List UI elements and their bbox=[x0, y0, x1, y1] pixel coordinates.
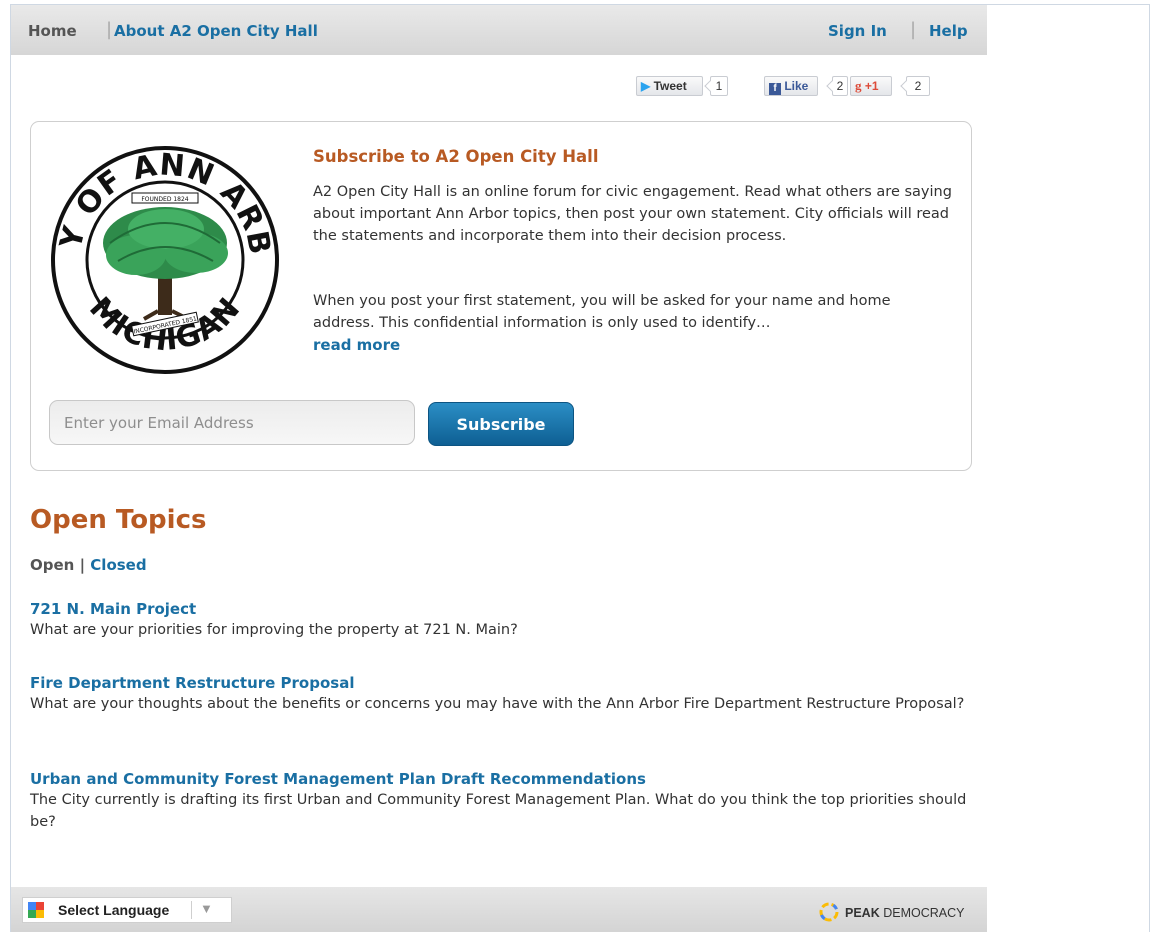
topic-item: Fire Department Restructure Proposal Wha… bbox=[30, 673, 970, 715]
tweet-label: Tweet bbox=[653, 79, 687, 93]
tweet-count: 1 bbox=[710, 76, 728, 96]
peak-democracy-icon bbox=[819, 902, 839, 922]
nav-home-link[interactable]: Home bbox=[28, 22, 77, 40]
twitter-bird-icon: ▶ bbox=[641, 79, 651, 93]
language-select-label: Select Language bbox=[58, 902, 170, 918]
nav-separator: | bbox=[910, 19, 917, 40]
nav-about-link[interactable]: About A2 Open City Hall bbox=[114, 22, 318, 40]
top-nav-bar: Home | About A2 Open City Hall Sign In |… bbox=[11, 5, 987, 55]
topic-description: What are your priorities for improving t… bbox=[30, 622, 518, 638]
peak-democracy-logo: PEAK DEMOCRACY bbox=[819, 902, 964, 922]
tweet-button[interactable]: ▶ Tweet bbox=[636, 76, 703, 96]
facebook-like-button[interactable]: f Like bbox=[764, 76, 818, 96]
subscribe-panel: CITY OF ANN ARBOR MICHIGAN FOUNDED 1824 … bbox=[30, 121, 972, 471]
peak-brand-strong: PEAK bbox=[845, 906, 880, 920]
topic-title-link[interactable]: Urban and Community Forest Management Pl… bbox=[30, 769, 970, 789]
topic-description: What are your thoughts about the benefit… bbox=[30, 696, 965, 712]
google-g-icon: g bbox=[855, 78, 862, 93]
subscribe-privacy-note: When you post your first statement, you … bbox=[313, 290, 953, 357]
nav-sign-in-link[interactable]: Sign In bbox=[828, 22, 887, 40]
dropdown-divider bbox=[191, 901, 192, 919]
nav-help-link[interactable]: Help bbox=[929, 22, 968, 40]
plus-one-label: +1 bbox=[864, 79, 879, 93]
topic-description: The City currently is drafting its first… bbox=[30, 792, 967, 830]
social-share-bar: ▶ Tweet 1 f Like 2 g +1 2 bbox=[636, 76, 936, 96]
topic-title-link[interactable]: 721 N. Main Project bbox=[30, 599, 970, 619]
email-input[interactable] bbox=[49, 400, 415, 445]
nav-separator: | bbox=[106, 19, 113, 40]
city-seal-logo: CITY OF ANN ARBOR MICHIGAN FOUNDED 1824 … bbox=[48, 143, 279, 374]
privacy-note-text: When you post your first statement, you … bbox=[313, 293, 891, 331]
google-translate-icon bbox=[28, 902, 44, 918]
filter-open-label: Open bbox=[30, 556, 75, 574]
topic-item: Urban and Community Forest Management Pl… bbox=[30, 769, 970, 833]
open-topics-heading: Open Topics bbox=[30, 505, 207, 535]
like-label: Like bbox=[784, 79, 809, 93]
google-plus-one-button[interactable]: g +1 bbox=[850, 76, 892, 96]
like-count: 2 bbox=[832, 76, 848, 96]
subscribe-title: Subscribe to A2 Open City Hall bbox=[313, 147, 599, 166]
topic-item: 721 N. Main Project What are your priori… bbox=[30, 599, 970, 641]
filter-closed-link[interactable]: Closed bbox=[90, 556, 146, 574]
peak-brand-rest: DEMOCRACY bbox=[883, 906, 965, 920]
footer-bar: Select Language ▼ PEAK DEMOCRACY bbox=[11, 887, 987, 932]
svg-text:FOUNDED 1824: FOUNDED 1824 bbox=[141, 196, 188, 203]
plus-one-count: 2 bbox=[906, 76, 930, 96]
chevron-down-icon: ▼ bbox=[200, 901, 213, 916]
topic-title-link[interactable]: Fire Department Restructure Proposal bbox=[30, 673, 970, 693]
subscribe-description: A2 Open City Hall is an online forum for… bbox=[313, 184, 952, 244]
language-select[interactable]: Select Language ▼ bbox=[22, 897, 232, 923]
read-more-link[interactable]: read more bbox=[313, 336, 400, 354]
filter-separator: | bbox=[79, 556, 86, 574]
subscribe-button[interactable]: Subscribe bbox=[428, 402, 574, 446]
facebook-icon: f bbox=[769, 83, 781, 95]
topic-filter: Open | Closed bbox=[30, 556, 147, 574]
